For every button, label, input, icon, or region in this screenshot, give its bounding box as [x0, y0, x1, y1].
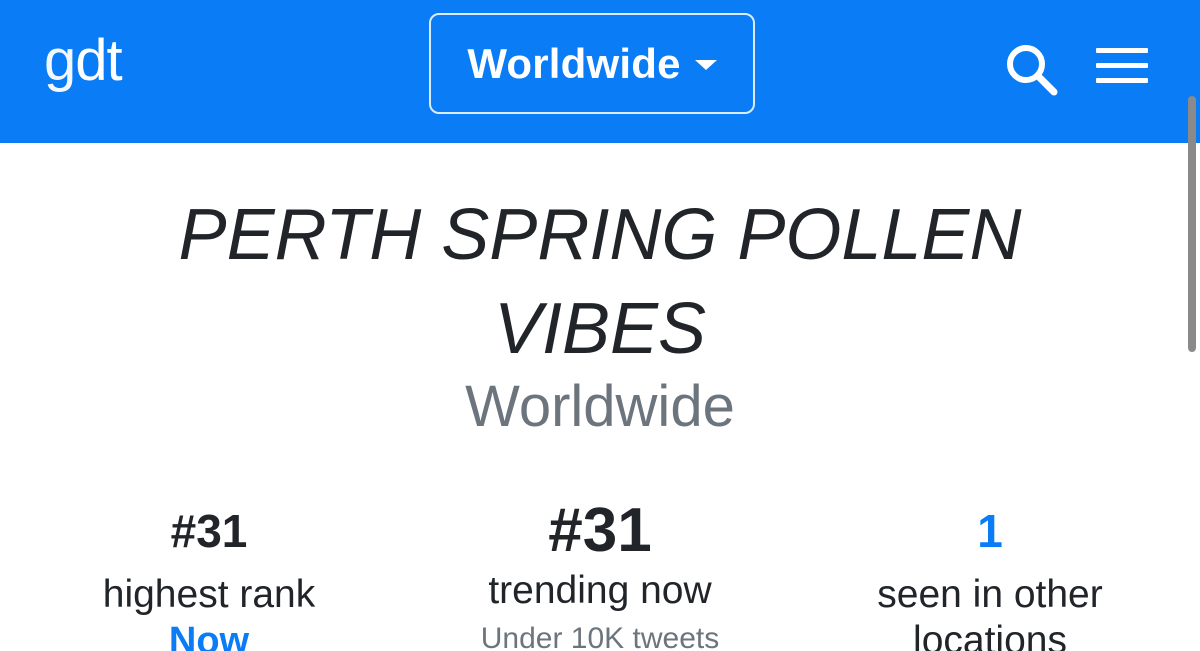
- search-icon[interactable]: [1004, 42, 1058, 96]
- menu-icon-bar: [1096, 63, 1148, 68]
- trend-location: Worldwide: [465, 374, 735, 439]
- logo-letters-dt: dt: [75, 28, 122, 93]
- gdt-logo[interactable]: gdt: [44, 26, 123, 96]
- other-locations-count-link[interactable]: 1: [790, 499, 1190, 563]
- top-navbar: gdt Worldwide: [0, 0, 1200, 143]
- stat-highest-rank: #31 highest rank Now: [9, 495, 409, 651]
- highest-rank-time-link[interactable]: Now: [9, 619, 409, 651]
- highest-rank-label: highest rank: [102, 573, 316, 616]
- trending-now-label: trending now: [488, 569, 712, 612]
- location-dropdown-label: Worldwide: [467, 39, 681, 87]
- trending-now-value: #31: [548, 496, 652, 565]
- page: gdt Worldwide PERTH SPRING POLLEN VIBES …: [0, 0, 1200, 651]
- trend-title: PERTH SPRING POLLEN VIBES: [0, 188, 1200, 376]
- other-locations-label-cont: locations: [913, 619, 1067, 651]
- highest-rank-value: #31: [170, 505, 248, 557]
- trend-title-line-2: VIBES: [493, 289, 707, 369]
- other-locations-label: seen in other: [877, 573, 1103, 616]
- location-dropdown-button[interactable]: Worldwide: [429, 13, 755, 114]
- menu-icon-bar: [1096, 48, 1148, 53]
- logo-letter-g: g: [44, 28, 76, 93]
- stat-other-locations: 1 seen in other locations: [790, 495, 1190, 651]
- menu-icon-bar: [1096, 78, 1148, 83]
- stat-trending-now: #31 trending now Under 10K tweets: [400, 495, 800, 651]
- caret-down-icon: [694, 59, 717, 70]
- menu-icon[interactable]: [1096, 48, 1148, 84]
- tweet-volume-text: Under 10K tweets: [480, 622, 720, 651]
- trend-title-line-1: PERTH SPRING POLLEN: [178, 195, 1022, 275]
